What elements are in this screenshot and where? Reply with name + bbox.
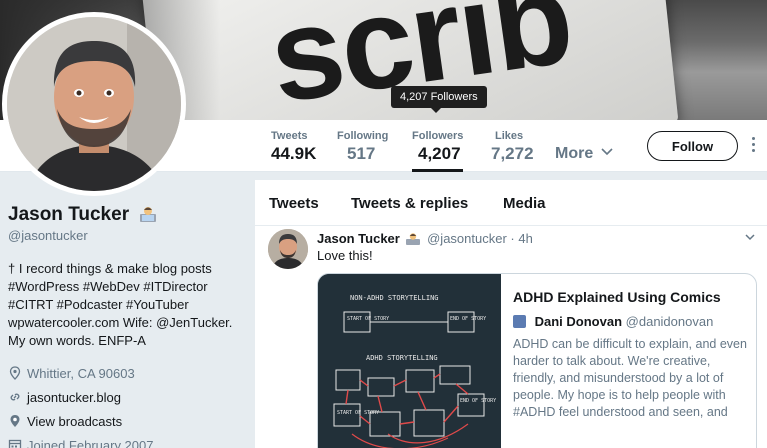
comic-heading-bottom: ADHD STORYTELLING: [366, 354, 438, 362]
comic-end-top: END OF STORY: [450, 316, 486, 322]
technologist-emoji-icon: [406, 233, 421, 245]
stat-following[interactable]: Following 517: [337, 130, 388, 164]
stat-likes[interactable]: Likes 7,272: [491, 130, 534, 164]
more-label: More: [555, 145, 594, 162]
tweet-separator: ·: [510, 231, 515, 246]
calendar-icon: [8, 439, 22, 448]
periscope-icon: [10, 415, 20, 427]
tweet-header: Jason Tucker @jasontucker · 4h: [317, 231, 533, 246]
card-author: Dani Donovan @danidonovan: [513, 314, 713, 329]
joined-row: Joined February 2007: [8, 433, 238, 448]
more-menu[interactable]: More: [555, 145, 613, 163]
profile-page: scrib 4,207 Followers Tweets 44.9K Follo…: [0, 0, 767, 448]
location-text: Whittier, CA 90603: [27, 365, 135, 381]
stat-followers[interactable]: Followers 4,207: [412, 130, 464, 172]
tab-media[interactable]: Media: [503, 195, 546, 212]
card-image: NON-ADHD STORYTELLING START OF STORY END…: [318, 274, 501, 448]
card-author-handle: @danidonovan: [625, 314, 714, 329]
tweet-avatar-photo: [268, 229, 308, 269]
card-description: ADHD can be difficult to explain, and ev…: [513, 337, 747, 419]
website-row[interactable]: jasontucker.blog: [8, 385, 238, 409]
stat-label: Following: [337, 130, 389, 142]
broadcasts-row[interactable]: View broadcasts: [8, 409, 238, 433]
comic-end-bottom: END OF STORY: [460, 398, 496, 404]
avatar-photo: [7, 17, 181, 191]
stat-label: Tweets: [271, 130, 308, 142]
follow-button[interactable]: Follow: [647, 131, 738, 161]
profile-handle: @jasontucker: [8, 228, 88, 243]
card-title: ADHD Explained Using Comics: [513, 289, 721, 305]
stat-value: 4,207: [418, 144, 461, 163]
location-row: Whittier, CA 90603: [8, 361, 238, 385]
profile-avatar[interactable]: [2, 12, 186, 196]
view-broadcasts-link[interactable]: View broadcasts: [27, 414, 122, 429]
chevron-down-icon[interactable]: [745, 232, 755, 242]
stat-label: Followers: [412, 130, 464, 142]
stat-value: 44.9K: [271, 144, 317, 163]
stat-label: Likes: [495, 130, 524, 142]
bio-line: wpwatercooler.com Wife: @JenTucker.: [8, 315, 233, 330]
link-preview-card[interactable]: NON-ADHD STORYTELLING START OF STORY END…: [317, 273, 757, 448]
link-icon: [10, 393, 20, 401]
bio-line: #CITRT #Podcaster #YouTuber: [8, 297, 189, 312]
website-link[interactable]: jasontucker.blog: [27, 390, 121, 405]
tweet-timestamp[interactable]: 4h: [518, 231, 532, 246]
tweet-author-handle[interactable]: @jasontucker: [427, 231, 507, 246]
followers-tooltip: 4,207 Followers: [391, 86, 487, 113]
technologist-emoji-icon: [140, 207, 157, 222]
adhd-comic-illustration: NON-ADHD STORYTELLING START OF STORY END…: [318, 274, 501, 448]
profile-name: Jason Tucker: [8, 204, 130, 225]
author-avatar-icon: [513, 315, 526, 328]
stat-value: 7,272: [491, 144, 534, 163]
tweet-text: Love this!: [317, 248, 373, 263]
bio-line: #WordPress #WebDev #ITDirector: [8, 279, 208, 294]
profile-name-row: Jason Tucker: [8, 204, 238, 226]
comic-start-bottom: START OF STORY: [337, 410, 379, 416]
card-author-name: Dani Donovan: [534, 314, 623, 329]
location-pin-icon: [9, 366, 21, 380]
stat-value: 517: [347, 144, 376, 163]
timeline-tabs: Tweets Tweets & replies Media: [255, 180, 767, 226]
comic-heading-top: NON-ADHD STORYTELLING: [350, 294, 439, 302]
profile-card: Jason Tucker @jasontucker † I record thi…: [8, 204, 238, 448]
tweet-author-name[interactable]: Jason Tucker: [317, 231, 400, 246]
stat-tweets[interactable]: Tweets 44.9K: [271, 130, 316, 164]
more-options-icon[interactable]: [752, 137, 756, 155]
profile-bio: † I record things & make blog posts #Wor…: [8, 260, 238, 350]
chevron-down-icon: [601, 148, 613, 156]
bio-line: † I record things & make blog posts: [8, 261, 212, 276]
profile-meta: Whittier, CA 90603 jasontucker.blog View…: [8, 361, 238, 448]
joined-text: Joined February 2007: [27, 437, 154, 448]
bio-line: My own words. ENFP-A: [8, 333, 146, 348]
tweet-avatar[interactable]: [268, 229, 308, 269]
comic-start-top: START OF STORY: [347, 316, 389, 322]
tab-tweets[interactable]: Tweets: [269, 195, 319, 212]
timeline: Tweets Tweets & replies Media Jason Tuck…: [255, 180, 767, 448]
tab-tweets-replies[interactable]: Tweets & replies: [351, 195, 468, 212]
